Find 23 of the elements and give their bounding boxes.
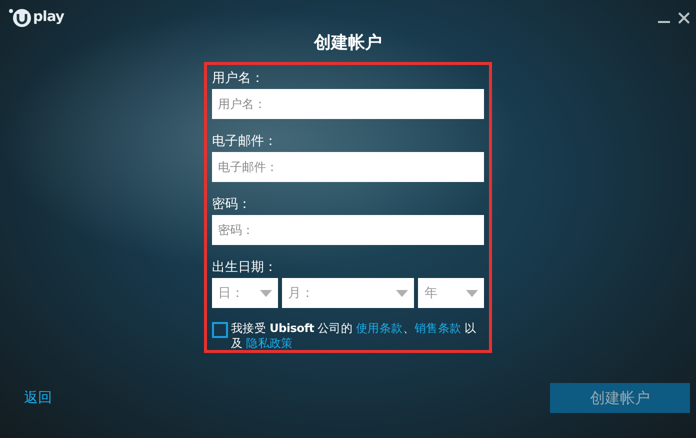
close-icon[interactable] <box>678 12 690 24</box>
input-field[interactable]: 电子邮件： <box>212 152 484 182</box>
back-link[interactable]: 返回 <box>24 389 52 407</box>
terms-link[interactable]: 隐私政策 <box>246 336 293 350</box>
date-select[interactable]: 月： <box>282 278 414 308</box>
field-label: 出生日期： <box>212 260 278 276</box>
logo-icon <box>8 6 32 28</box>
terms-text: 我接受 Ubisoft 公司的 使用条款、销售条款 以及 隐私政策 <box>231 321 478 351</box>
field-label: 密码： <box>212 197 252 213</box>
checkbox[interactable] <box>212 322 228 338</box>
date-select[interactable]: 年 <box>418 278 484 308</box>
caret-icon <box>260 290 272 296</box>
terms-link[interactable]: 销售条款 <box>414 321 462 335</box>
field-label: 用户名： <box>212 71 265 87</box>
input-field[interactable]: 密码： <box>212 215 484 245</box>
caret-icon <box>396 290 408 296</box>
field-label: 电子邮件： <box>212 134 278 150</box>
terms-link[interactable]: 使用条款 <box>356 321 403 335</box>
input-field[interactable]: 用户名： <box>212 89 484 119</box>
date-select[interactable]: 日： <box>212 278 278 308</box>
window-title: 创建帐户 <box>312 32 383 54</box>
logo-text: play <box>33 9 64 25</box>
caret-icon <box>466 290 478 296</box>
